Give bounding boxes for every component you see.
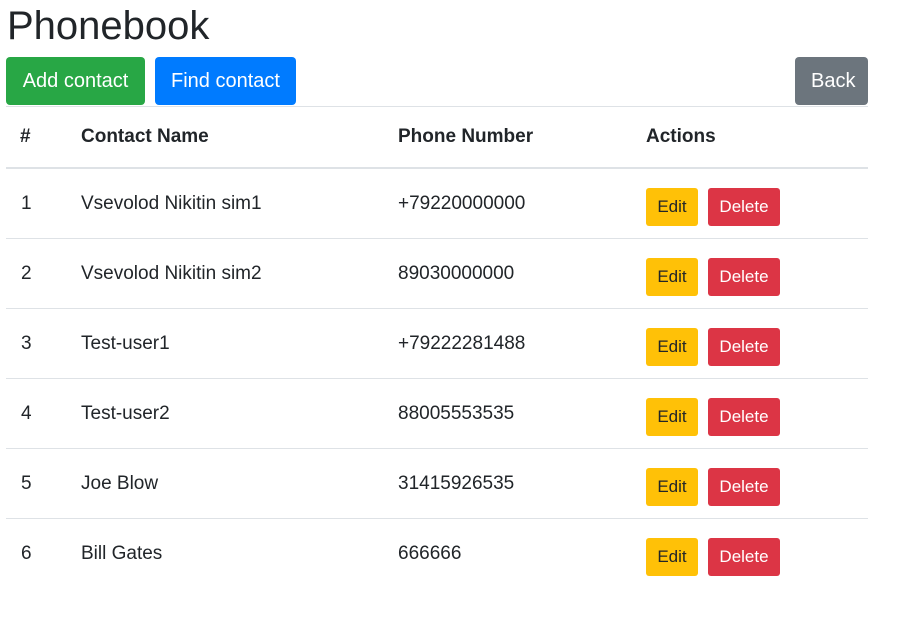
contact-name: Bill Gates <box>67 518 384 588</box>
row-actions: Edit Delete <box>632 518 868 588</box>
phone-number: 31415926535 <box>384 448 632 519</box>
contact-name: Joe Blow <box>67 448 384 519</box>
edit-button[interactable]: Edit <box>646 327 698 366</box>
delete-button[interactable]: Delete <box>708 397 780 436</box>
table-row: 1 Vsevolod Nikitin sim1 +79220000000 Edit De… <box>6 168 868 239</box>
table-row: 2 Vsevolod Nikitin sim2 89030000000 Edit Del… <box>6 238 868 309</box>
delete-button[interactable]: Delete <box>708 467 780 506</box>
table-row: 4 Test-user2 88005553535 Edit Delete <box>6 378 868 449</box>
contact-name: Vsevolod Nikitin sim1 <box>81 192 262 214</box>
delete-button[interactable]: Delete <box>708 537 780 576</box>
table-header-row: # Contact Name Phone Number Actions <box>6 106 868 169</box>
header-phone-number: Phone Number <box>384 106 632 169</box>
phone-number: +79220000000 <box>398 192 526 214</box>
edit-button[interactable]: Edit <box>646 187 698 226</box>
delete-button[interactable]: Delete <box>708 187 780 226</box>
back-button[interactable]: Back <box>795 57 868 105</box>
delete-button[interactable]: Delete <box>708 327 780 366</box>
row-number: 6 <box>6 518 67 588</box>
page-title: Phonebook <box>7 4 210 48</box>
actions-group: Edit Delete <box>646 187 868 226</box>
row-actions: Edit Delete <box>632 448 868 519</box>
row-actions: Edit Delete <box>632 378 868 449</box>
table-body: 1 Vsevolod Nikitin sim1 +79220000000 Edit De… <box>6 168 868 588</box>
actions-group: Edit Delete <box>646 327 868 366</box>
table-row: 3 Test-user1 +79222281488 Edit Delete <box>6 308 868 379</box>
add-contact-button[interactable]: Add contact <box>6 57 145 105</box>
row-number: 1 <box>21 192 32 214</box>
edit-button[interactable]: Edit <box>646 467 698 506</box>
contacts-table: # Contact Name Phone Number Actions 1 Vse… <box>6 106 868 588</box>
header-actions: Actions <box>632 106 868 169</box>
row-actions: Edit Delete <box>632 308 868 379</box>
delete-button[interactable]: Delete <box>708 257 780 296</box>
row-actions: Edit Delete <box>632 238 868 309</box>
contact-name: Test-user1 <box>67 308 384 379</box>
contact-name: Test-user2 <box>67 378 384 449</box>
edit-button[interactable]: Edit <box>646 397 698 436</box>
row-actions: Edit Delete <box>632 168 868 239</box>
table-row: 6 Bill Gates 666666 Edit Delete <box>6 518 868 588</box>
actions-group: Edit Delete <box>646 397 868 436</box>
find-contact-button[interactable]: Find contact <box>155 57 296 105</box>
table-row: 5 Joe Blow 31415926535 Edit Delete <box>6 448 868 519</box>
contacts-table-container: # Contact Name Phone Number Actions 1 Vse… <box>6 106 868 588</box>
row-number: 5 <box>6 448 67 519</box>
contact-name: Vsevolod Nikitin sim2 <box>67 238 384 309</box>
actions-group: Edit Delete <box>646 467 868 506</box>
actions-group: Edit Delete <box>646 257 868 296</box>
table-header: # Contact Name Phone Number Actions <box>6 106 868 169</box>
phone-number: 88005553535 <box>384 378 632 449</box>
row-number: 2 <box>6 238 67 309</box>
row-number: 4 <box>6 378 67 449</box>
phone-number: 89030000000 <box>384 238 632 309</box>
toolbar: Add contact Find contact Back <box>6 57 868 105</box>
edit-button[interactable]: Edit <box>646 537 698 576</box>
header-number: # <box>6 106 67 169</box>
header-contact-name: Contact Name <box>67 106 384 169</box>
row-number: 3 <box>6 308 67 379</box>
page: Phonebook Add contact Find contact Back … <box>0 0 904 622</box>
phone-number: +79222281488 <box>384 308 632 379</box>
actions-group: Edit Delete <box>646 537 868 576</box>
edit-button[interactable]: Edit <box>646 257 698 296</box>
phone-number: 666666 <box>384 518 632 588</box>
